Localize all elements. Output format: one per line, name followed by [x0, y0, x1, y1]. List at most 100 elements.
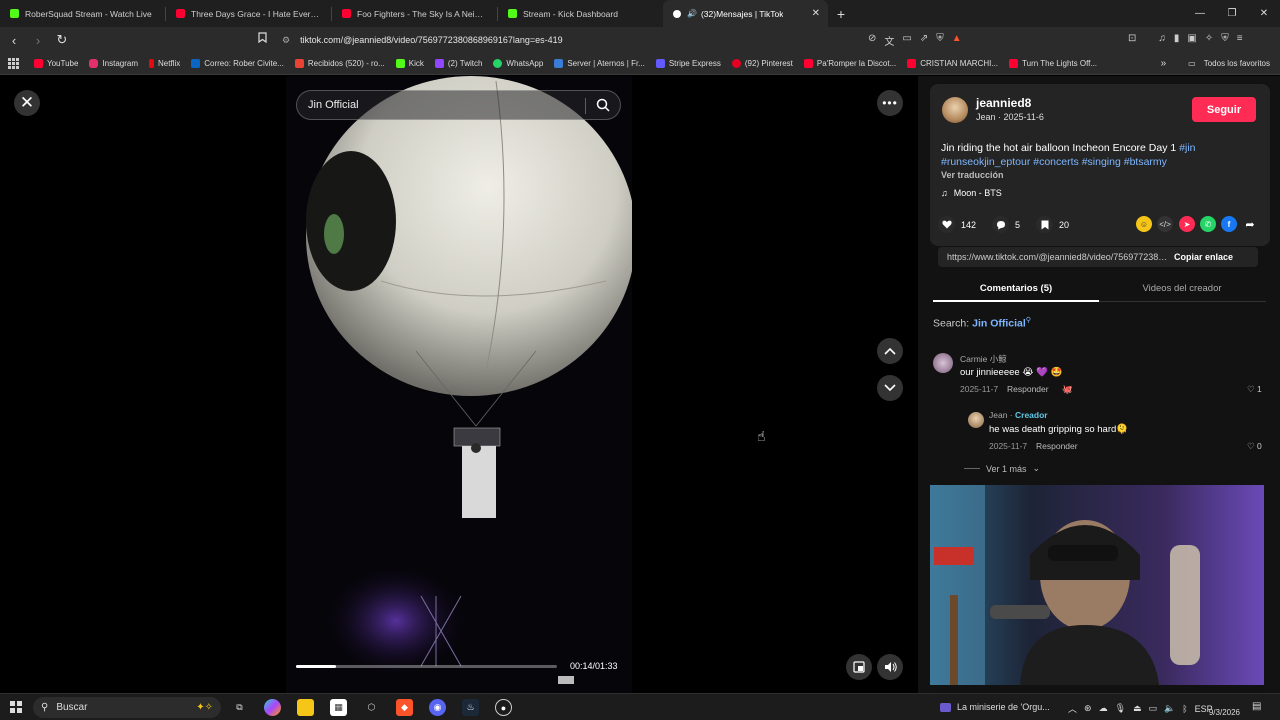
save-button[interactable]: 20	[1036, 216, 1069, 233]
view-more-replies[interactable]: Ver 1 más ⌄	[964, 463, 1040, 474]
close-tab-icon[interactable]: ✕	[812, 8, 820, 19]
see-translation-link[interactable]: Ver traducción	[941, 170, 1004, 180]
reply-button[interactable]: Responder	[1007, 384, 1049, 394]
reply-author[interactable]: Jean · Creador	[989, 410, 1048, 420]
browser-tab[interactable]: Foo Fighters - The Sky Is A Neighbo	[332, 0, 497, 27]
video-progress-bar[interactable]	[296, 665, 557, 668]
copy-link-button[interactable]: Copiar enlace	[1174, 252, 1233, 262]
creator-avatar[interactable]	[942, 97, 968, 123]
coin-share-icon[interactable]: ☺	[1136, 216, 1152, 232]
brave-browser-icon[interactable]: ◆	[396, 699, 413, 716]
leo-ai-icon[interactable]: ✧	[1205, 33, 1213, 44]
screenshot-icon[interactable]: ⊡	[1128, 33, 1136, 44]
send-to-friend-icon[interactable]: ➤	[1179, 216, 1195, 232]
hashtag-link[interactable]: #concerts	[1033, 156, 1079, 168]
steam-icon[interactable]: ♨	[462, 699, 479, 716]
volume-button[interactable]	[877, 654, 903, 680]
hashtag-link[interactable]: #singing	[1082, 156, 1121, 168]
browser-tab-active[interactable]: 🔊 (32)Mensajes | TikTok ✕	[663, 0, 828, 27]
tab-comments[interactable]: Comentarios (5)	[933, 283, 1099, 294]
translate-icon[interactable]: 文	[884, 33, 894, 48]
facebook-share-icon[interactable]: f	[1221, 216, 1237, 232]
mic-icon[interactable]: 🎙	[1115, 703, 1126, 714]
copilot-icon[interactable]	[264, 699, 281, 716]
bluetooth-icon[interactable]: ᛒ	[1182, 704, 1187, 714]
brave-rewards-icon[interactable]: ▲	[952, 33, 962, 48]
audio-playing-icon[interactable]: 🔊	[687, 9, 697, 18]
media-playing-widget[interactable]: La miniserie de 'Orgu...	[940, 702, 1050, 712]
bookmark-kick[interactable]: Kick	[395, 59, 424, 68]
windows-start-icon[interactable]	[10, 701, 22, 713]
comment-like-button[interactable]: ♡ 1	[1247, 384, 1262, 395]
bookmark-netflix[interactable]: Netflix	[149, 59, 180, 68]
browser-tab[interactable]: Three Days Grace - I Hate Everything	[166, 0, 331, 27]
hashtag-link[interactable]: #btsarmy	[1124, 156, 1167, 168]
like-button[interactable]: 142	[938, 216, 976, 233]
bookmark-gmail[interactable]: Recibidos (520) - ro...	[294, 59, 385, 68]
reload-icon[interactable]: ↻	[52, 30, 72, 50]
app-icon[interactable]: ⬡	[363, 699, 380, 716]
bookmark-page-icon[interactable]	[258, 32, 267, 46]
close-video-button[interactable]: ✕	[14, 90, 40, 116]
apps-grid-icon[interactable]	[8, 57, 20, 70]
creator-reply-avatar[interactable]	[968, 412, 984, 428]
music-link[interactable]: ♫ Moon - BTS	[941, 188, 1002, 198]
bookmark-youtube-4[interactable]: Turn The Lights Off...	[1009, 59, 1097, 68]
brave-shield-icon[interactable]: ⛨	[936, 33, 944, 48]
search-icon[interactable]	[596, 98, 610, 115]
bookmark-youtube[interactable]: YouTube	[34, 59, 78, 68]
bookmark-instagram[interactable]: Instagram	[89, 59, 138, 68]
more-options-button[interactable]: •••	[877, 90, 903, 116]
all-bookmarks-link[interactable]: Todos los favoritos	[1204, 59, 1270, 68]
whatsapp-share-icon[interactable]: ✆	[1200, 216, 1216, 232]
previous-video-button[interactable]	[877, 338, 903, 364]
task-view-icon[interactable]: ⧉	[231, 699, 248, 716]
share-page-icon[interactable]: ⇗	[920, 33, 928, 48]
forward-icon[interactable]: ›	[28, 30, 48, 50]
bookmark-whatsapp[interactable]: WhatsApp	[493, 59, 543, 68]
bookmark-youtube-2[interactable]: Pa'Romper la Discot...	[803, 59, 896, 68]
notifications-icon[interactable]: ▤	[1252, 701, 1261, 712]
tab-creator-videos[interactable]: Videos del creador	[1099, 283, 1265, 294]
file-explorer-icon[interactable]	[297, 699, 314, 716]
menu-icon[interactable]: ≡	[1237, 33, 1243, 44]
video-search-input[interactable]: Jin Official	[296, 90, 621, 120]
new-tab-button[interactable]: +	[828, 0, 854, 27]
cloud-icon[interactable]: ☁	[1099, 703, 1108, 714]
creator-username[interactable]: jeannied8	[976, 96, 1031, 110]
comment-like-button[interactable]: ♡ 0	[1247, 441, 1262, 452]
close-window-icon[interactable]: ✕	[1248, 0, 1280, 27]
cast-icon[interactable]: ▭	[902, 33, 911, 48]
video-player[interactable]	[286, 76, 632, 693]
restore-icon[interactable]: ❐	[1216, 0, 1248, 27]
commenter-name[interactable]: Carmie 小鲸	[960, 353, 1007, 365]
comment-button[interactable]: 5	[992, 216, 1020, 233]
browser-tab[interactable]: Stream - Kick Dashboard	[498, 0, 663, 27]
bookmark-stripe[interactable]: Stripe Express	[655, 59, 721, 68]
bookmark-aternos[interactable]: Server | Aternos | Fr...	[554, 59, 645, 68]
commenter-avatar[interactable]	[933, 353, 953, 373]
bookmark-twitch[interactable]: (2) Twitch	[434, 59, 482, 68]
display-icon[interactable]: ▭	[1149, 703, 1158, 714]
hashtag-link[interactable]: #runseokjin_eptour	[941, 156, 1030, 168]
taskbar-search-field[interactable]: ⚲ Buscar ✦✧	[33, 697, 221, 718]
bookmark-outlook[interactable]: Correo: Rober Civite...	[191, 59, 284, 68]
sidebar-icon[interactable]: ▮	[1174, 33, 1180, 44]
store-icon[interactable]: ▦	[330, 699, 347, 716]
follow-button[interactable]: Seguir	[1192, 97, 1256, 122]
no-track-icon[interactable]: ⊘	[868, 33, 876, 48]
browser-tab[interactable]: RoberSquad Stream - Watch Live	[0, 0, 165, 27]
next-video-button[interactable]	[877, 375, 903, 401]
site-info-icon[interactable]: ⚙	[282, 35, 290, 46]
app-tray-icon[interactable]: ⊛	[1084, 703, 1092, 714]
discord-icon[interactable]: ◉	[429, 699, 446, 716]
share-arrow-icon[interactable]: ➦	[1242, 216, 1258, 232]
chevron-up-icon[interactable]: ︿	[1068, 702, 1077, 715]
bookmark-youtube-3[interactable]: CRISTIAN MARCHI...	[907, 59, 998, 68]
music-icon[interactable]: ♫	[1158, 33, 1166, 44]
hashtag-link[interactable]: #jin	[1179, 142, 1195, 154]
reply-button[interactable]: Responder	[1036, 441, 1078, 451]
back-icon[interactable]: ‹	[4, 30, 24, 50]
wallet-icon[interactable]: ▣	[1187, 33, 1196, 44]
more-bookmarks-icon[interactable]: »	[1161, 58, 1167, 69]
